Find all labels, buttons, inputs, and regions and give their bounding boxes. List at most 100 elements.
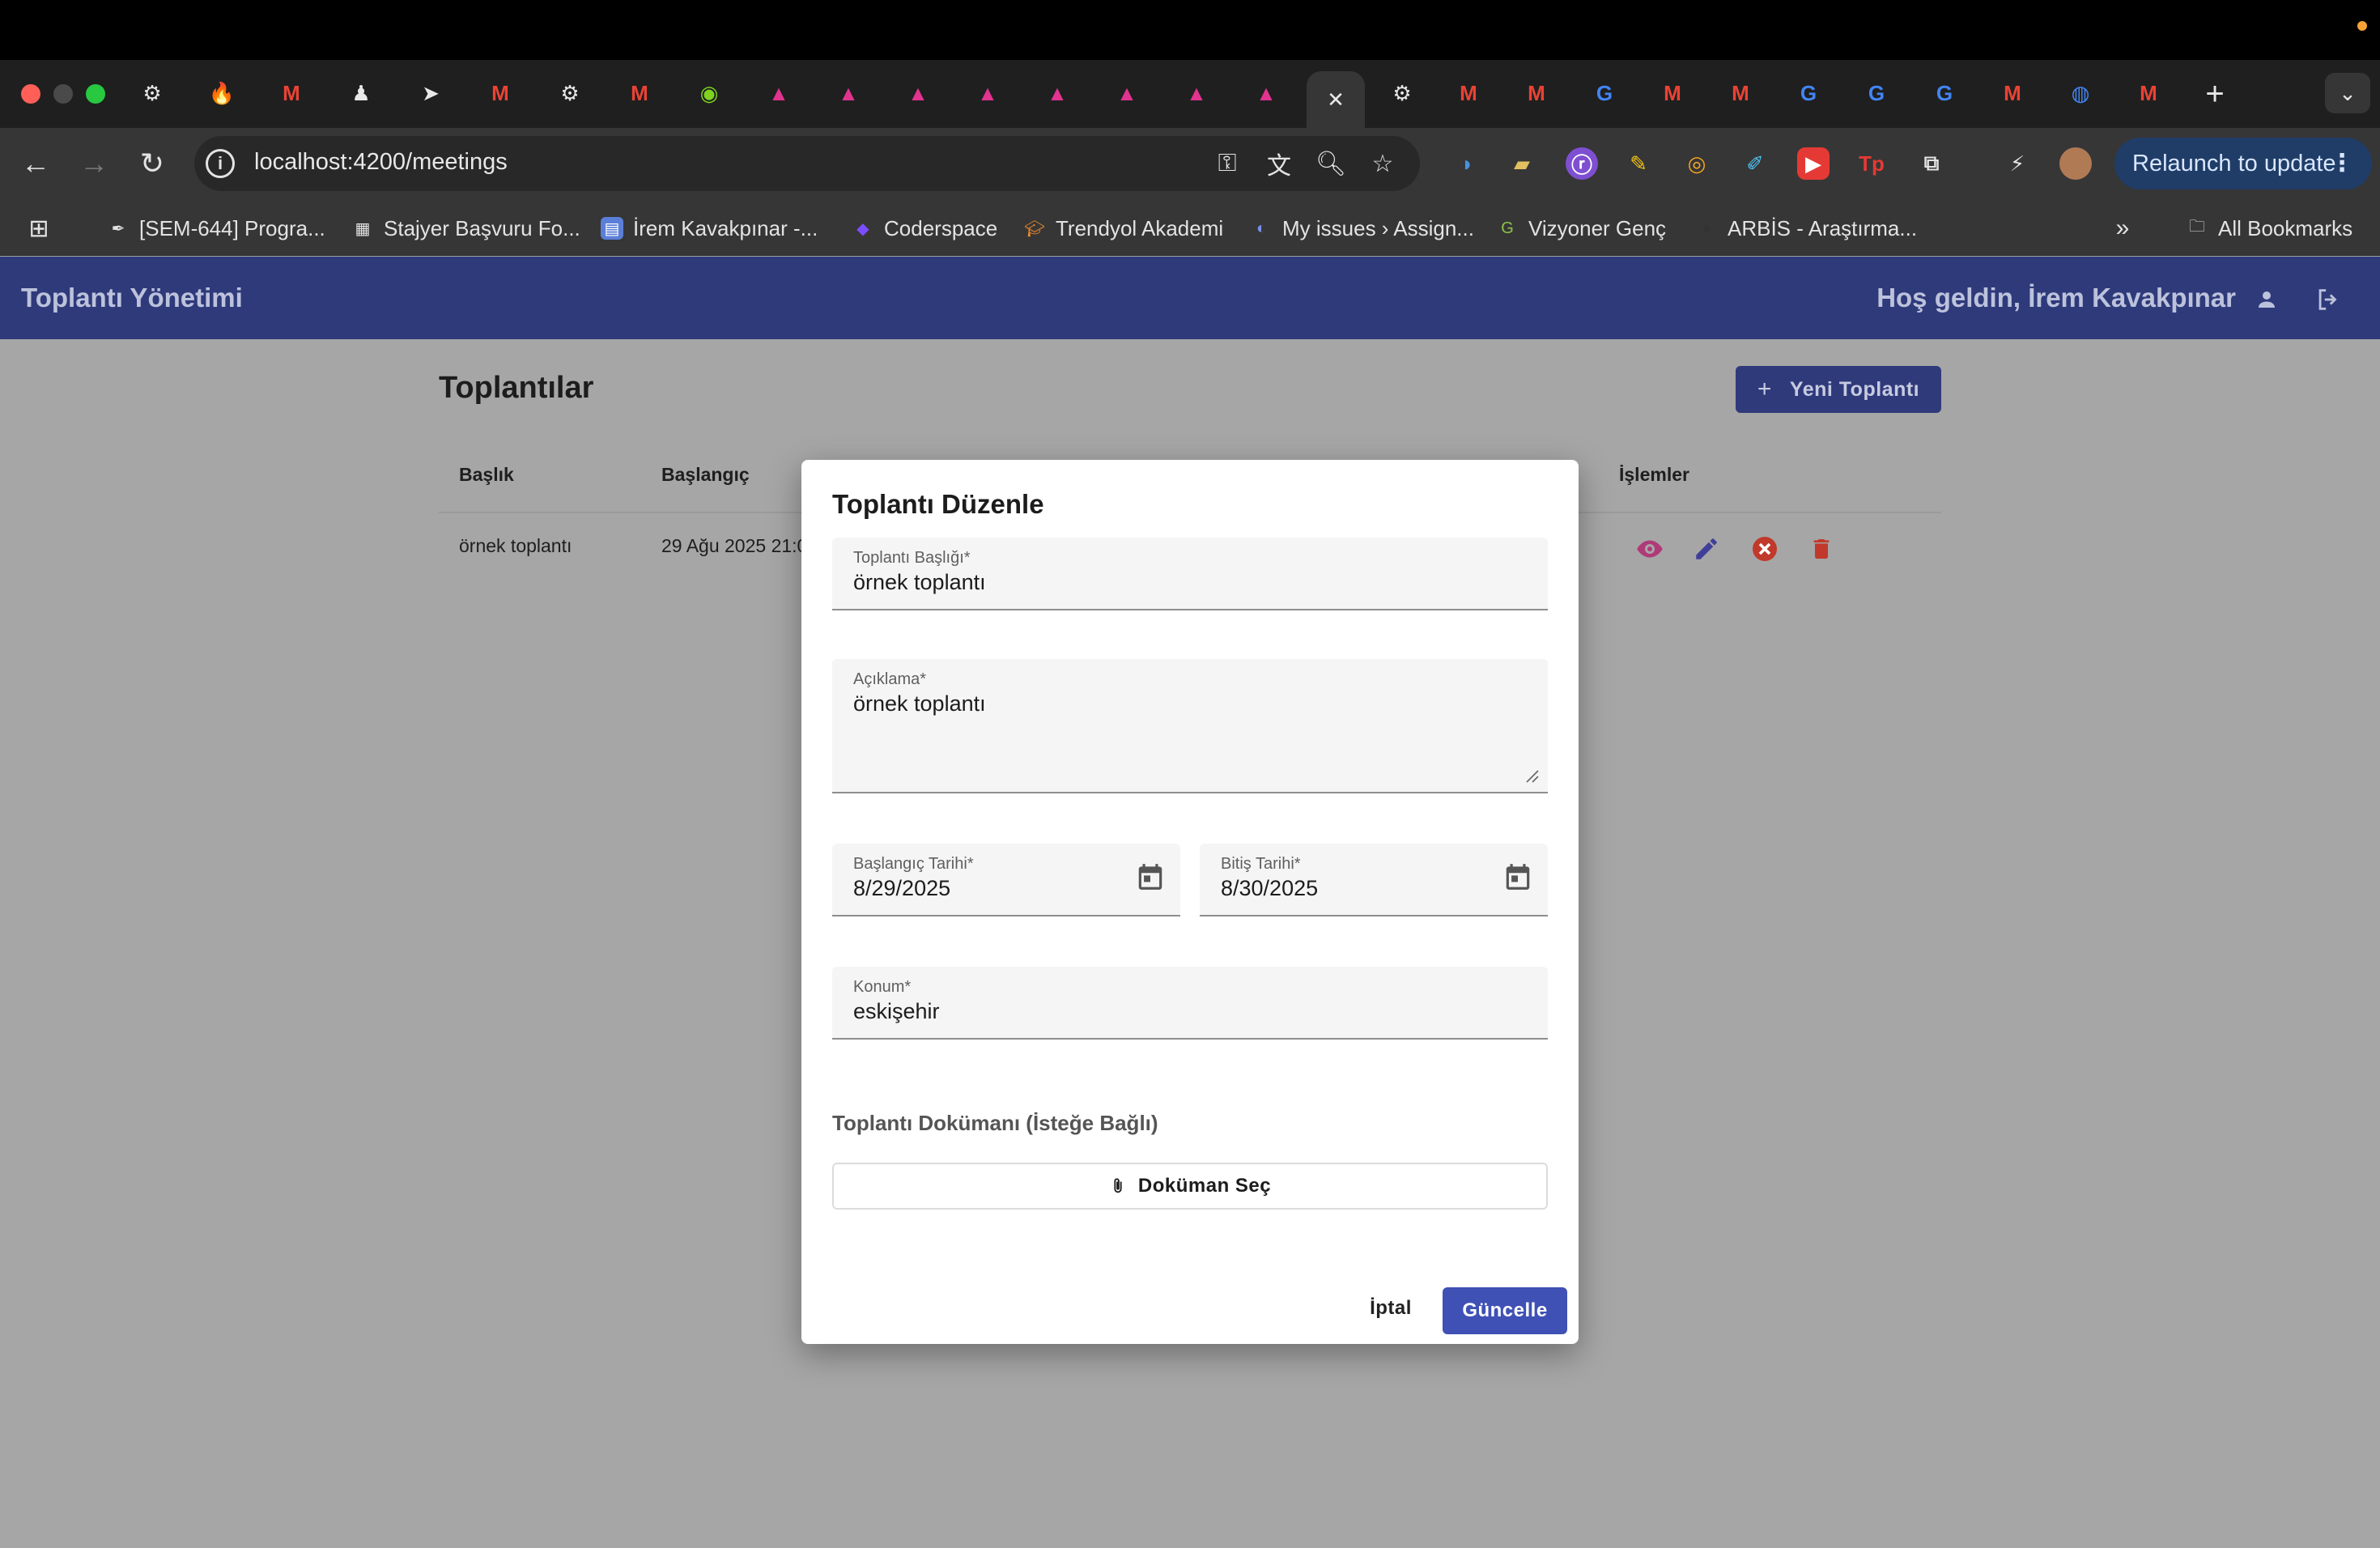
location-field[interactable]: Konum* eskişehir — [832, 967, 1548, 1040]
browser-tab[interactable]: M — [471, 71, 529, 115]
browser-tab[interactable]: 🔥 — [193, 71, 251, 115]
column-header-start[interactable]: Başlangıç — [661, 464, 750, 486]
browser-tab[interactable]: M — [1711, 71, 1770, 115]
bookmark-item[interactable]: ◐ My issues › Assign... — [1250, 212, 1474, 245]
browser-tab[interactable]: G — [1847, 71, 1906, 115]
bookmark-item[interactable]: ▦ Stajyer Başvuru Fo... — [351, 212, 580, 245]
tab-search-button[interactable]: ⌄ — [2325, 73, 2370, 113]
browser-tab[interactable]: ⚙ — [541, 71, 599, 115]
youtube-icon[interactable]: ▶ — [1797, 147, 1830, 180]
extension-icon[interactable]: ◑ — [1449, 147, 1481, 180]
browser-tab[interactable]: ⚙ — [1373, 71, 1431, 115]
url-text[interactable]: localhost:4200/meetings — [254, 149, 508, 176]
start-date-field[interactable]: Başlangıç Tarihi* 8/29/2025 — [832, 844, 1180, 916]
browser-tab[interactable]: ➤ — [402, 71, 460, 115]
browser-tab[interactable]: M — [1507, 71, 1566, 115]
user-icon[interactable] — [2250, 283, 2283, 316]
all-bookmarks[interactable]: 🗀 All Bookmarks — [2186, 212, 2352, 245]
browser-tab[interactable]: ♟ — [332, 71, 390, 115]
zoom-icon[interactable]: 🔍︎ — [1315, 147, 1347, 180]
key-icon[interactable]: ⚿ — [1211, 147, 1243, 180]
extensions-puzzle-icon[interactable]: ⧉ — [1915, 147, 1948, 180]
browser-tab[interactable]: M — [262, 71, 321, 115]
gmail-icon: M — [491, 80, 509, 105]
new-tab-button[interactable]: + — [2195, 74, 2234, 113]
delete-trash-icon[interactable] — [1805, 533, 1838, 565]
bookmark-item[interactable]: G Vizyoner Genç — [1496, 212, 1666, 245]
os-menu-bar — [0, 0, 2380, 60]
browser-tab[interactable]: M — [1643, 71, 1702, 115]
menu-kebab-icon[interactable]: ⋮ — [2330, 149, 2354, 177]
update-button[interactable]: Güncelle — [1443, 1287, 1567, 1334]
forward-icon[interactable]: → — [74, 144, 113, 183]
bookmark-item[interactable]: ◆ Coderspace — [852, 212, 997, 245]
meeting-title-field[interactable]: Toplantı Başlığı* örnek toplantı — [832, 538, 1548, 610]
end-date-field[interactable]: Bitiş Tarihi* 8/30/2025 — [1200, 844, 1548, 916]
browser-tab[interactable]: ◉ — [680, 71, 738, 115]
row-start-cell: 29 Ağu 2025 21:0 — [661, 535, 808, 556]
bookmark-item[interactable]: ▤ İrem Kavakpınar -... — [601, 212, 818, 245]
description-field[interactable]: Açıklama* örnek toplantı — [832, 659, 1548, 793]
description-textarea[interactable]: örnek toplantı — [853, 691, 986, 717]
view-eye-icon[interactable] — [1634, 533, 1666, 565]
extension-icon[interactable]: ⓡ — [1566, 147, 1598, 180]
meeting-title-input[interactable]: örnek toplantı — [853, 570, 986, 595]
close-tab-icon[interactable]: ✕ — [1324, 87, 1348, 112]
extension-icon[interactable]: ▰ — [1506, 147, 1538, 180]
resize-handle-icon[interactable] — [1525, 769, 1540, 784]
browser-tab[interactable]: ▲ — [958, 71, 1017, 115]
back-icon[interactable]: ← — [16, 144, 55, 183]
browser-tab[interactable]: ▲ — [889, 71, 947, 115]
calendar-icon[interactable] — [1135, 861, 1166, 892]
start-date-input[interactable]: 8/29/2025 — [853, 876, 950, 901]
chrome-icon: ◍ — [2071, 80, 2090, 105]
browser-tab[interactable]: ▲ — [1028, 71, 1086, 115]
start-date-label: Başlangıç Tarihi* — [853, 855, 974, 873]
browser-tab[interactable]: ⚙ — [123, 71, 181, 115]
reload-icon[interactable]: ↻ — [133, 144, 172, 183]
extension-icon[interactable]: ◎ — [1681, 147, 1713, 180]
active-browser-tab[interactable]: ✕ — [1307, 71, 1365, 128]
site-info-icon[interactable]: i — [206, 149, 235, 178]
profile-avatar[interactable] — [2059, 147, 2092, 180]
edit-pencil-icon[interactable] — [1690, 533, 1723, 565]
performance-icon[interactable]: ⚡ — [2001, 147, 2034, 180]
choose-document-button[interactable]: Doküman Seç — [832, 1163, 1548, 1210]
browser-tab[interactable]: M — [2119, 71, 2178, 115]
browser-tab[interactable]: M — [1439, 71, 1498, 115]
cancel-meeting-icon[interactable] — [1749, 533, 1781, 565]
maximize-window-button[interactable] — [86, 84, 105, 104]
more-bookmarks-icon[interactable]: » — [2111, 212, 2134, 245]
bookmark-star-icon[interactable]: ☆ — [1366, 147, 1399, 180]
cancel-button[interactable]: İptal — [1360, 1289, 1422, 1328]
browser-tab[interactable]: ▲ — [1098, 71, 1156, 115]
browser-tab[interactable]: M — [1983, 71, 2042, 115]
bookmark-item[interactable]: ● ARBİS - Araştırma... — [1695, 212, 1917, 245]
highlighter-icon[interactable]: ✎ — [1622, 147, 1655, 180]
apps-grid-icon[interactable]: ⊞ — [28, 212, 50, 245]
new-meeting-button[interactable]: + Yeni Toplantı — [1736, 366, 1941, 413]
browser-tab[interactable]: ▲ — [750, 71, 808, 115]
browser-tab[interactable]: G — [1779, 71, 1838, 115]
bookmark-item[interactable]: ✒ [SEM-644] Progra... — [107, 212, 325, 245]
extension-icon[interactable]: Tp — [1855, 147, 1888, 180]
browser-tab[interactable]: M — [610, 71, 669, 115]
relaunch-to-update-button[interactable]: Relaunch to update ⋮ — [2114, 138, 2372, 189]
browser-tab[interactable]: ◍ — [2051, 71, 2110, 115]
minimize-window-button[interactable] — [53, 84, 73, 104]
browser-tab[interactable]: G — [1915, 71, 1974, 115]
gmail-icon: M — [283, 80, 300, 105]
location-input[interactable]: eskişehir — [853, 999, 940, 1024]
end-date-input[interactable]: 8/30/2025 — [1221, 876, 1318, 901]
close-window-button[interactable] — [21, 84, 40, 104]
logout-icon[interactable] — [2312, 283, 2344, 316]
translate-icon[interactable]: 文 — [1263, 147, 1295, 180]
browser-tab[interactable]: ▲ — [1237, 71, 1295, 115]
pen-icon[interactable]: ✐ — [1739, 147, 1771, 180]
column-header-title[interactable]: Başlık — [459, 464, 514, 486]
bookmark-item[interactable]: 🎓︎ Trendyol Akademi — [1023, 212, 1223, 245]
browser-tab[interactable]: ▲ — [819, 71, 878, 115]
browser-tab[interactable]: ▲ — [1167, 71, 1226, 115]
calendar-icon[interactable] — [1502, 861, 1533, 892]
browser-tab[interactable]: G — [1575, 71, 1634, 115]
